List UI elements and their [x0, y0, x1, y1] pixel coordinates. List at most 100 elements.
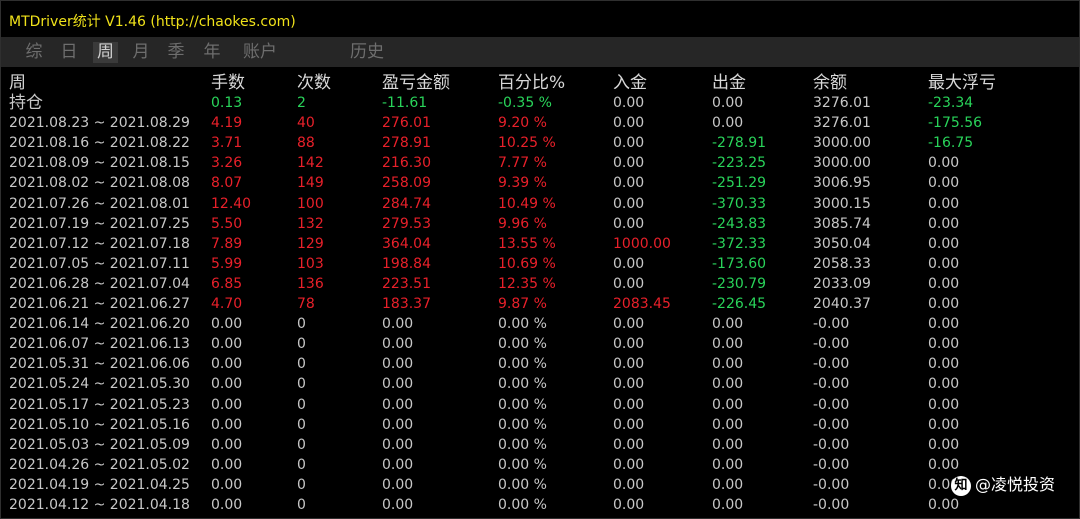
tab-history[interactable]: 历史: [347, 42, 387, 63]
cell-withdrawal: -226.45: [712, 296, 767, 312]
cell-lots: 0.00: [211, 316, 243, 333]
cell-balance: -0.00: [813, 336, 850, 353]
table-row: 2021.04.26 ~ 2021.05.02 0.00 0 0.00 0.00 % 0.…: [1, 455, 1079, 475]
cell-balance: 3000.15: [813, 195, 871, 212]
table-row: 2021.05.24 ~ 2021.05.30 0.00 0 0.00 0.00 % 0.…: [1, 374, 1079, 394]
cell-balance: 2033.09: [813, 275, 871, 292]
cell-deposit: 0.00: [613, 215, 645, 232]
cell-deposit: 0.00: [613, 195, 645, 212]
cell-max-drawdown: 0.00: [928, 275, 960, 292]
table-row: 2021.06.07 ~ 2021.06.13 0.00 0 0.00 0.00 % 0.…: [1, 334, 1079, 354]
cell-profit: 284.74: [382, 195, 431, 212]
table-row: 2021.06.14 ~ 2021.06.20 0.00 0 0.00 0.00 % 0.…: [1, 314, 1079, 334]
cell-week: 2021.05.24 ~ 2021.05.30: [9, 376, 190, 393]
cell-withdrawal: -251.29: [712, 175, 767, 192]
table-row: 2021.07.05 ~ 2021.07.11 5.99 103 198.84 10.6…: [1, 254, 1079, 274]
cell-percent: 0.00 %: [498, 497, 547, 513]
table-row: 2021.07.12 ~ 2021.07.18 7.89 129 364.04 13.5…: [1, 234, 1079, 254]
cell-balance: -0.00: [813, 316, 850, 333]
cell-profit: 0.00: [382, 497, 414, 513]
tab-year[interactable]: 年: [201, 42, 223, 63]
cell-max-drawdown: -23.34: [928, 95, 974, 111]
header-percent: 百分比%: [498, 73, 566, 93]
cell-percent: 0.00 %: [498, 396, 547, 413]
cell-trades: 129: [297, 235, 324, 252]
tab-month[interactable]: 月: [130, 42, 152, 63]
cell-week: 2021.06.07 ~ 2021.06.13: [9, 336, 190, 353]
cell-percent: 13.55 %: [498, 235, 556, 252]
cell-week: 2021.05.31 ~ 2021.06.06: [9, 356, 190, 373]
cell-balance: -0.00: [813, 497, 850, 513]
cell-percent: 7.77 %: [498, 155, 547, 172]
cell-trades: 0: [297, 396, 306, 413]
cell-max-drawdown: 0.00: [928, 215, 960, 232]
cell-profit: 364.04: [382, 235, 431, 252]
cell-week: 2021.04.12 ~ 2021.04.18: [9, 497, 190, 513]
cell-profit: 0.00: [382, 456, 414, 473]
cell-withdrawal: -173.60: [712, 255, 767, 272]
tab-account[interactable]: 账户: [239, 42, 281, 63]
cell-week: 2021.04.19 ~ 2021.04.25: [9, 476, 190, 493]
cell-week: 2021.07.19 ~ 2021.07.25: [9, 215, 190, 232]
cell-withdrawal: 0.00: [712, 115, 744, 132]
cell-lots: 7.89: [211, 235, 243, 252]
period-tab-bar: 综 日 周 月 季 年 账户 历史: [1, 38, 1079, 67]
header-trades: 次数: [297, 73, 331, 93]
cell-week: 2021.08.23 ~ 2021.08.29: [9, 115, 190, 132]
table-row: 2021.05.31 ~ 2021.06.06 0.00 0 0.00 0.00 % 0.…: [1, 354, 1079, 374]
cell-profit: 0.00: [382, 376, 414, 393]
tab-quarter[interactable]: 季: [165, 42, 187, 63]
cell-week: 2021.08.02 ~ 2021.08.08: [9, 175, 190, 192]
cell-balance: -0.00: [813, 416, 850, 433]
cell-lots: 0.00: [211, 497, 243, 513]
cell-profit: 0.00: [382, 436, 414, 453]
cell-deposit: 0.00: [613, 135, 645, 152]
cell-deposit: 0.00: [613, 155, 645, 172]
cell-withdrawal: 0.00: [712, 376, 744, 393]
cell-balance: 2040.37: [813, 296, 871, 312]
cell-week: 2021.06.14 ~ 2021.06.20: [9, 316, 190, 333]
tab-summary[interactable]: 综: [23, 42, 45, 63]
cell-week: 2021.05.17 ~ 2021.05.23: [9, 396, 190, 413]
cell-balance: 3276.01: [813, 95, 871, 111]
cell-profit: 0.00: [382, 396, 414, 413]
cell-max-drawdown: 0.00: [928, 416, 960, 433]
table-row: 2021.08.23 ~ 2021.08.29 4.19 40 276.01 9.20 …: [1, 113, 1079, 133]
cell-max-drawdown: 0.00: [928, 376, 960, 393]
cell-withdrawal: 0.00: [712, 456, 744, 473]
cell-deposit: 0.00: [613, 115, 645, 132]
cell-profit: 278.91: [382, 135, 431, 152]
cell-withdrawal: 0.00: [712, 356, 744, 373]
cell-percent: -0.35 %: [498, 95, 552, 111]
header-deposit: 入金: [613, 73, 647, 93]
cell-deposit: 0.00: [613, 416, 645, 433]
cell-percent: 0.00 %: [498, 476, 547, 493]
cell-max-drawdown: 0.00: [928, 316, 960, 333]
cell-deposit: 0.00: [613, 476, 645, 493]
cell-lots: 4.19: [211, 115, 243, 132]
cell-percent: 10.49 %: [498, 195, 556, 212]
cell-profit: 279.53: [382, 215, 431, 232]
cell-balance: 3276.01: [813, 115, 871, 132]
cell-trades: 0: [297, 336, 306, 353]
cell-profit: 276.01: [382, 115, 431, 132]
cell-percent: 0.00 %: [498, 436, 547, 453]
cell-withdrawal: 0.00: [712, 436, 744, 453]
cell-balance: -0.00: [813, 356, 850, 373]
header-withdrawal: 出金: [712, 73, 746, 93]
tab-week[interactable]: 周: [93, 42, 118, 63]
cell-max-drawdown: 0.00: [928, 296, 960, 312]
cell-withdrawal: 0.00: [712, 95, 744, 111]
cell-percent: 9.96 %: [498, 215, 547, 232]
cell-percent: 0.00 %: [498, 376, 547, 393]
row-label: 持仓: [9, 93, 43, 113]
cell-lots: 5.50: [211, 215, 243, 232]
cell-trades: 0: [297, 436, 306, 453]
tab-day[interactable]: 日: [58, 42, 80, 63]
header-balance: 余额: [813, 73, 847, 93]
watermark-text: @凌悦投资: [975, 475, 1056, 494]
cell-percent: 0.00 %: [498, 416, 547, 433]
cell-percent: 10.25 %: [498, 135, 556, 152]
cell-lots: 3.71: [211, 135, 243, 152]
cell-percent: 9.39 %: [498, 175, 547, 192]
